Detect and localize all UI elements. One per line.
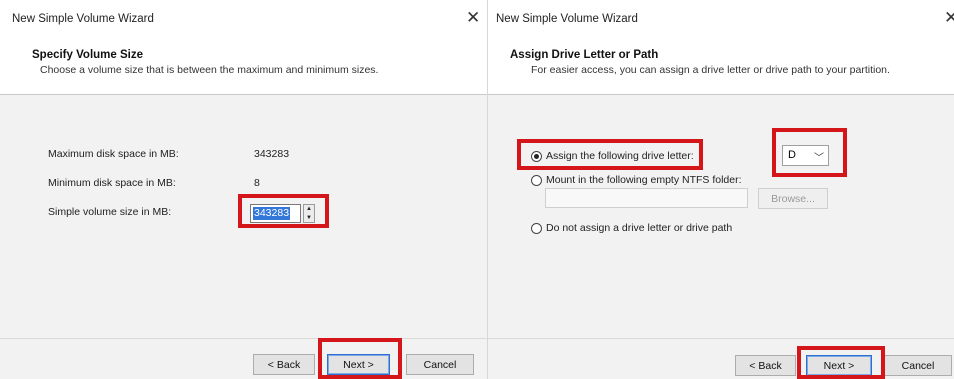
back-button[interactable]: < Back [735, 355, 796, 376]
cancel-button[interactable]: Cancel [884, 355, 952, 376]
radio-selected-icon[interactable] [531, 150, 542, 162]
drive-letter-value: D [788, 149, 796, 161]
window-title: New Simple Volume Wizard [12, 13, 154, 25]
cancel-button[interactable]: Cancel [406, 354, 474, 375]
max-size-label: Maximum disk space in MB: [48, 148, 179, 160]
title-bar: New Simple Volume Wizard ✕ [0, 0, 487, 38]
back-button[interactable]: < Back [253, 354, 315, 375]
wizard-header: Specify Volume Size Choose a volume size… [0, 38, 487, 95]
radio-no-letter-label: Do not assign a drive letter or drive pa… [546, 222, 733, 234]
volume-size-input[interactable]: 343283 [250, 204, 301, 223]
folder-path-input[interactable] [545, 188, 748, 208]
window-title: New Simple Volume Wizard [496, 13, 638, 25]
next-button[interactable]: Next > [806, 355, 872, 376]
radio-assign-letter[interactable]: Assign the following drive letter: [531, 148, 694, 164]
max-size-value: 343283 [254, 148, 290, 160]
page-subtitle: For easier access, you can assign a driv… [531, 64, 890, 76]
page-title: Assign Drive Letter or Path [510, 49, 659, 61]
browse-button[interactable]: Browse... [758, 188, 828, 209]
wizard-dialog-volume-size: New Simple Volume Wizard ✕ Specify Volum… [0, 0, 488, 379]
radio-assign-letter-label: Assign the following drive letter: [546, 150, 694, 162]
min-size-label: Minimum disk space in MB: [48, 177, 176, 189]
volume-size-label: Simple volume size in MB: [48, 206, 172, 218]
radio-unselected-icon[interactable] [531, 174, 542, 186]
close-icon[interactable]: ✕ [466, 8, 480, 28]
radio-mount-folder[interactable]: Mount in the following empty NTFS folder… [531, 172, 742, 188]
radio-mount-folder-label: Mount in the following empty NTFS folder… [546, 174, 742, 186]
volume-size-stepper[interactable]: ▲ ▼ [303, 204, 315, 223]
close-icon[interactable]: ✕ [944, 8, 954, 28]
wizard-header: Assign Drive Letter or Path For easier a… [488, 38, 954, 95]
spin-down-icon[interactable]: ▼ [304, 214, 314, 222]
page-title: Specify Volume Size [32, 49, 143, 61]
page-subtitle: Choose a volume size that is between the… [40, 64, 379, 76]
volume-size-value: 343283 [253, 207, 291, 220]
spin-up-icon[interactable]: ▲ [304, 205, 314, 213]
next-button[interactable]: Next > [327, 354, 390, 375]
wizard-body [488, 95, 954, 338]
min-size-value: 8 [254, 177, 260, 189]
drive-letter-select[interactable]: D ﹀ [782, 145, 829, 166]
radio-unselected-icon[interactable] [531, 222, 542, 234]
chevron-down-icon[interactable]: ﹀ [814, 149, 824, 164]
radio-no-letter[interactable]: Do not assign a drive letter or drive pa… [531, 220, 732, 236]
title-bar: New Simple Volume Wizard ✕ [488, 0, 954, 38]
